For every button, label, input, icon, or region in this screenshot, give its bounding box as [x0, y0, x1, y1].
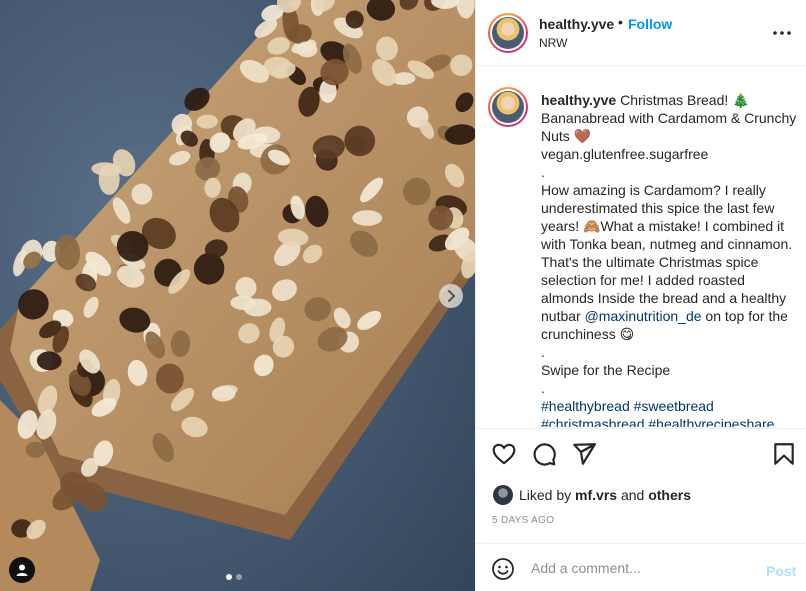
post-timestamp[interactable]: 5 DAYS AGO [492, 515, 554, 526]
bread-photo [0, 0, 475, 591]
carousel-dot-active [226, 574, 232, 580]
more-options-icon[interactable] [770, 23, 794, 43]
follow-button[interactable]: Follow [628, 16, 672, 32]
comment-composer: Post [476, 543, 806, 591]
hashtag-link[interactable]: #healthybread [541, 398, 630, 414]
comment-input[interactable] [531, 558, 751, 578]
location-link[interactable]: NRW [539, 36, 567, 50]
caption-line: . [541, 164, 545, 180]
caption-line: on top for the [705, 308, 788, 324]
caption-username[interactable]: healthy.yve [541, 92, 616, 108]
caption-line: Nuts 🤎 [541, 128, 592, 144]
post-comment-button[interactable]: Post [766, 563, 796, 579]
paper-plane-icon[interactable] [571, 441, 597, 467]
caption-line: with Tonka bean, nutmeg and cinnamon. [541, 236, 793, 252]
tagged-users-button[interactable] [9, 557, 35, 583]
caption-line: selection for me! I added roasted [541, 272, 745, 288]
caption-line: vegan.glutenfree.sugarfree [541, 146, 709, 162]
action-bar [476, 428, 806, 478]
post-details-panel: healthy.yve • Follow NRW healthy.yve Chr… [475, 0, 806, 591]
mention-link[interactable]: @maxinutrition_de [585, 308, 702, 324]
likes-prefix: Liked by [519, 487, 572, 503]
chevron-right-icon [448, 290, 455, 302]
caption-line: How amazing is Cardamom? I really [541, 182, 766, 198]
header-username[interactable]: healthy.yve [539, 16, 614, 32]
likes-summary: Liked by mf.vrs and others [493, 484, 691, 506]
caption-section: healthy.yve Christmas Bread! 🎄 Bananabre… [476, 67, 806, 427]
carousel-dot [236, 574, 242, 580]
caption-line: nutbar [541, 308, 581, 324]
caption-line: years! 🙈What a mistake! I combined it [541, 218, 785, 234]
hashtag-link[interactable]: #healthyrecipeshare [648, 416, 774, 427]
post-header: healthy.yve • Follow NRW [476, 0, 806, 66]
header-separator: • [618, 14, 623, 30]
comment-bubble-icon[interactable] [531, 441, 557, 467]
post-media [0, 0, 475, 591]
caption-line: That's the ultimate Christmas spice [541, 254, 759, 270]
user-tag-icon [16, 564, 28, 576]
caption-line: . [541, 380, 545, 396]
next-slide-button[interactable] [439, 284, 463, 308]
caption-line: underestimated this spice the last few [541, 200, 775, 216]
liker-avatar[interactable] [493, 485, 513, 505]
caption-line: Bananabread with Cardamom & Crunchy [541, 110, 797, 126]
caption-line: Christmas Bread! 🎄 [620, 92, 750, 108]
caption-line: almonds Inside the bread and a healthy [541, 290, 787, 306]
caption-text: healthy.yve Christmas Bread! 🎄 Bananabre… [541, 91, 801, 427]
smiley-icon[interactable] [491, 557, 515, 581]
avatar[interactable] [488, 13, 528, 53]
caption-line: . [541, 344, 545, 360]
caption-line: Swipe for the Recipe [541, 362, 671, 378]
heart-icon[interactable] [491, 441, 517, 467]
almond-flake [352, 210, 383, 226]
carousel-indicator [226, 574, 242, 580]
caption-line: crunchiness 😋 [541, 326, 635, 342]
bookmark-icon[interactable] [771, 441, 797, 467]
caption-avatar[interactable] [488, 87, 528, 127]
hashtag-link[interactable]: #christmasbread [541, 416, 645, 427]
likes-and: and [620, 487, 645, 503]
likes-others-link[interactable]: others [648, 487, 691, 503]
hashtag-link[interactable]: #sweetbread [634, 398, 714, 414]
liker-username[interactable]: mf.vrs [575, 487, 617, 503]
